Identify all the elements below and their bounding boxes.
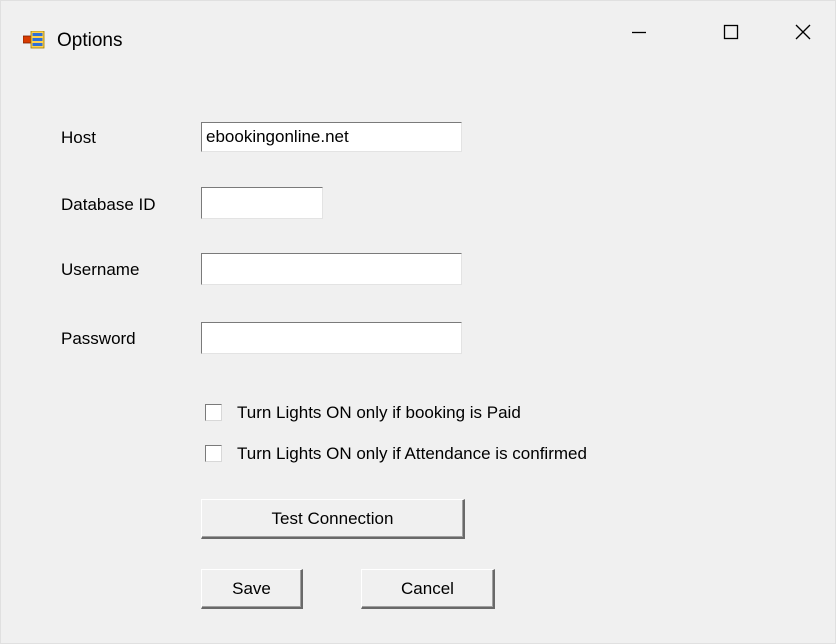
paid-checkbox-label: Turn Lights ON only if booking is Paid xyxy=(237,403,521,422)
test-connection-button[interactable]: Test Connection xyxy=(201,499,465,539)
save-button[interactable]: Save xyxy=(201,569,303,609)
minimize-button[interactable] xyxy=(609,9,669,55)
host-label: Host xyxy=(61,128,96,147)
close-button[interactable] xyxy=(773,9,833,55)
attendance-checkbox[interactable] xyxy=(205,445,222,462)
title-bar[interactable]: Options xyxy=(1,1,835,65)
database-id-label: Database ID xyxy=(61,195,156,214)
database-id-input[interactable] xyxy=(201,187,323,219)
options-window: Options Host ebookingonline.net Database… xyxy=(0,0,836,644)
close-icon xyxy=(794,23,812,41)
username-input[interactable] xyxy=(201,253,462,285)
minimize-icon xyxy=(630,23,648,41)
window-title: Options xyxy=(57,30,123,51)
password-input[interactable] xyxy=(201,322,462,354)
window-app-icon xyxy=(22,30,45,49)
paid-checkbox[interactable] xyxy=(205,404,222,421)
host-input[interactable] xyxy=(201,122,462,152)
maximize-button[interactable] xyxy=(701,9,761,55)
attendance-checkbox-label: Turn Lights ON only if Attendance is con… xyxy=(237,444,587,463)
username-label: Username xyxy=(61,260,140,279)
cancel-button[interactable]: Cancel xyxy=(361,569,495,609)
maximize-icon xyxy=(722,23,740,41)
password-label: Password xyxy=(61,329,136,348)
